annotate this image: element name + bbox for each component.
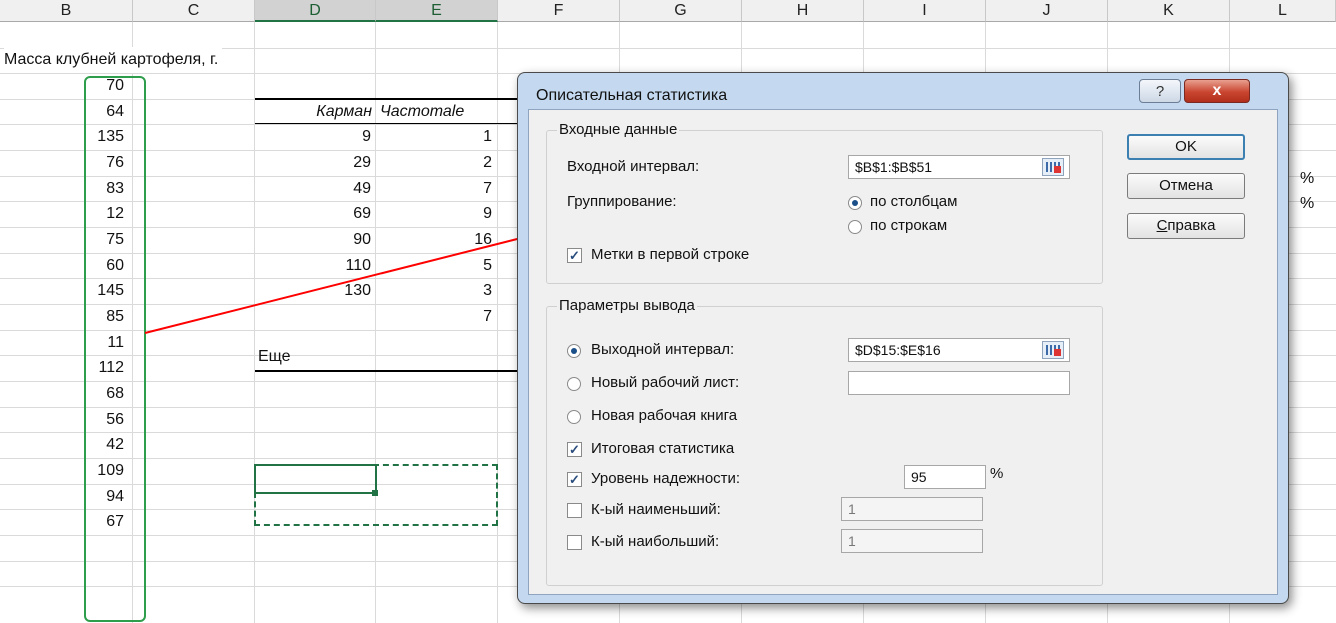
- labels-first-row-checkbox[interactable]: ✓: [567, 248, 582, 263]
- kth-largest-field[interactable]: 1: [841, 529, 983, 553]
- kth-largest-label[interactable]: К-ый наибольший:: [591, 533, 719, 550]
- range-select-icon[interactable]: [1042, 158, 1064, 176]
- help-button[interactable]: Справка: [1127, 213, 1245, 239]
- cancel-button[interactable]: Отмена: [1127, 173, 1245, 199]
- help-title-button[interactable]: ?: [1139, 79, 1181, 103]
- new-sheet-radio[interactable]: [567, 377, 581, 391]
- summary-stats-label[interactable]: Итоговая статистика: [591, 440, 734, 457]
- confidence-level-field[interactable]: 95: [904, 465, 986, 489]
- kth-smallest-label[interactable]: К-ый наименьший:: [591, 501, 721, 518]
- descriptive-statistics-dialog: Описательная статистика ? x Входные данн…: [517, 72, 1289, 604]
- by-columns-radio[interactable]: [848, 196, 862, 210]
- dialog-body: Входные данные Входной интервал: $B$1:$B…: [528, 109, 1278, 595]
- new-sheet-field[interactable]: [848, 371, 1070, 395]
- by-rows-label[interactable]: по строкам: [870, 217, 947, 234]
- close-button[interactable]: x: [1184, 79, 1250, 103]
- output-range-label[interactable]: Выходной интервал:: [591, 341, 734, 358]
- confidence-level-checkbox[interactable]: ✓: [567, 472, 582, 487]
- grouping-label: Группирование:: [567, 193, 677, 210]
- input-data-group-label: Входные данные: [557, 121, 680, 138]
- kth-largest-checkbox[interactable]: [567, 535, 582, 550]
- kth-smallest-field[interactable]: 1: [841, 497, 983, 521]
- output-range-radio[interactable]: [567, 344, 581, 358]
- new-workbook-radio[interactable]: [567, 410, 581, 424]
- ok-button[interactable]: OK: [1127, 134, 1245, 160]
- input-range-field[interactable]: $B$1:$B$51: [848, 155, 1070, 179]
- by-columns-label[interactable]: по столбцам: [870, 193, 957, 210]
- kth-smallest-checkbox[interactable]: [567, 503, 582, 518]
- new-sheet-label[interactable]: Новый рабочий лист:: [591, 374, 739, 391]
- summary-stats-checkbox[interactable]: ✓: [567, 442, 582, 457]
- dialog-title: Описательная статистика: [536, 87, 728, 104]
- percent-label: %: [990, 465, 1004, 482]
- new-workbook-label[interactable]: Новая рабочая книга: [591, 407, 737, 424]
- output-options-group-label: Параметры вывода: [557, 297, 697, 314]
- by-rows-radio[interactable]: [848, 220, 862, 234]
- labels-first-row-label[interactable]: Метки в первой строке: [591, 246, 749, 263]
- range-select-icon[interactable]: [1042, 341, 1064, 359]
- confidence-level-label[interactable]: Уровень надежности:: [591, 470, 740, 487]
- input-range-label: Входной интервал:: [567, 158, 700, 175]
- output-range-field[interactable]: $D$15:$E$16: [848, 338, 1070, 362]
